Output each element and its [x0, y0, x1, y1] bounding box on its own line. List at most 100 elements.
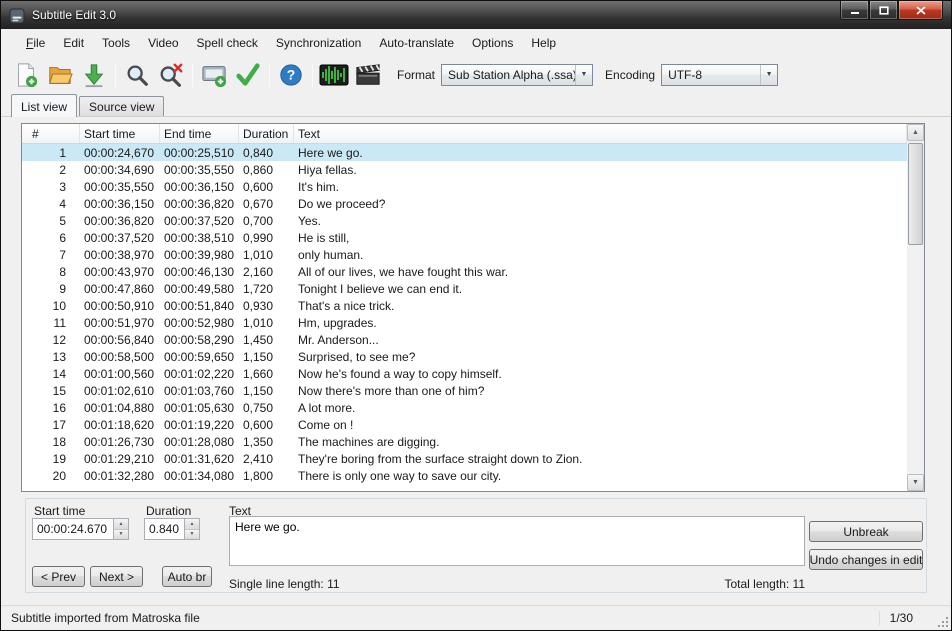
column-header-start-time[interactable]: Start time: [80, 124, 160, 143]
subtitle-row[interactable]: 5 00:00:36,820 00:00:37,520 0,700 Yes.: [22, 212, 907, 229]
subtitle-row[interactable]: 20 00:01:32,280 00:01:34,080 1,800 There is …: [22, 467, 907, 484]
waveform-button[interactable]: [317, 59, 351, 91]
cell-start: 00:01:29,210: [84, 451, 155, 466]
encoding-dropdown[interactable]: UTF-8 ▼: [661, 63, 779, 86]
start-time-spinner: ▲ ▼: [113, 519, 128, 539]
cell-start: 00:00:34,690: [84, 162, 155, 177]
subtitle-row[interactable]: 6 00:00:37,520 00:00:38,510 0,990 He is stil…: [22, 229, 907, 246]
column-header-duration[interactable]: Duration: [239, 124, 294, 143]
subtitle-row[interactable]: 1 00:00:24,670 00:00:25,510 0,840 Here we go…: [22, 144, 907, 161]
new-file-icon: [13, 62, 39, 88]
cell-num: 20: [52, 468, 66, 483]
cell-num: 12: [52, 332, 66, 347]
spin-up-icon[interactable]: ▲: [185, 519, 199, 529]
subtitle-row[interactable]: 11 00:00:51,970 00:00:52,980 1,010 Hm, upgra…: [22, 314, 907, 331]
toolbar: ? Format Sub Station Alpha (.ssa) ▼ Enco…: [1, 56, 951, 93]
column-header-text[interactable]: Text: [294, 124, 907, 143]
subtitle-row[interactable]: 4 00:00:36,150 00:00:36,820 0,670 Do we proc…: [22, 195, 907, 212]
subtitle-row[interactable]: 8 00:00:43,970 00:00:46,130 2,160 All of our…: [22, 263, 907, 280]
save-button[interactable]: [77, 59, 111, 91]
tab-list-view[interactable]: List view: [11, 94, 78, 117]
subtitle-row[interactable]: 18 00:01:26,730 00:01:28,080 1,350 The machi…: [22, 433, 907, 450]
cell-end: 00:00:36,150: [164, 179, 235, 194]
subtitle-row[interactable]: 2 00:00:34,690 00:00:35,550 0,860 Hiya fella…: [22, 161, 907, 178]
cell-start: 00:01:02,610: [84, 383, 155, 398]
menu-options[interactable]: Options: [463, 31, 522, 55]
subtitle-row[interactable]: 9 00:00:47,860 00:00:49,580 1,720 Tonight I …: [22, 280, 907, 297]
unbreak-button[interactable]: Unbreak: [809, 521, 923, 542]
cell-duration: 0,930: [243, 298, 274, 313]
status-message: Subtitle imported from Matroska file: [11, 611, 200, 625]
menu-synchronization[interactable]: Synchronization: [267, 31, 370, 55]
format-dropdown[interactable]: Sub Station Alpha (.ssa) ▼: [441, 63, 594, 86]
cell-text: It's him.: [298, 179, 339, 194]
cell-end: 00:00:51,840: [164, 298, 235, 313]
undo-changes-button[interactable]: Undo changes in edit: [809, 549, 923, 570]
replace-button[interactable]: [154, 59, 188, 91]
help-button[interactable]: ?: [274, 59, 308, 91]
subtitle-row[interactable]: 10 00:00:50,910 00:00:51,840 0,930 That's a …: [22, 297, 907, 314]
subtitle-row[interactable]: 12 00:00:56,840 00:00:58,290 1,450 Mr. Ander…: [22, 331, 907, 348]
cell-text: Yes.: [298, 213, 321, 228]
spin-up-icon[interactable]: ▲: [114, 519, 128, 529]
start-time-input[interactable]: 00:00:24.670 ▲ ▼: [32, 518, 129, 540]
spin-down-icon[interactable]: ▼: [114, 528, 128, 539]
cell-num: 8: [59, 264, 66, 279]
cell-end: 00:01:03,760: [164, 383, 235, 398]
cell-end: 00:00:58,290: [164, 332, 235, 347]
find-button[interactable]: [120, 59, 154, 91]
subtitle-row[interactable]: 16 00:01:04,880 00:01:05,630 0,750 A lot mor…: [22, 399, 907, 416]
cell-start: 00:00:36,820: [84, 213, 155, 228]
cell-text: Tonight I believe we can end it.: [298, 281, 463, 296]
new-file-button[interactable]: [9, 59, 43, 91]
menu-video[interactable]: Video: [139, 31, 187, 55]
maximize-button[interactable]: [869, 1, 898, 20]
menu-spell-check[interactable]: Spell check: [188, 31, 267, 55]
close-button[interactable]: [898, 1, 943, 20]
title-bar[interactable]: Subtitle Edit 3.0: [1, 1, 951, 29]
cell-end: 00:01:34,080: [164, 468, 235, 483]
resize-grip[interactable]: [937, 616, 949, 628]
toolbar-separator: [192, 62, 193, 87]
subtitle-row[interactable]: 17 00:01:18,620 00:01:19,220 0,600 Come on !: [22, 416, 907, 433]
subtitle-row[interactable]: 7 00:00:38,970 00:00:39,980 1,010 only human…: [22, 246, 907, 263]
spell-check-button[interactable]: [231, 59, 265, 91]
menu-edit[interactable]: Edit: [54, 31, 93, 55]
subtitle-row[interactable]: 19 00:01:29,210 00:01:31,620 2,410 They're b…: [22, 450, 907, 467]
cell-num: 7: [59, 247, 66, 262]
subtitle-row[interactable]: 15 00:01:02,610 00:01:03,760 1,150 Now there…: [22, 382, 907, 399]
scroll-up-icon[interactable]: ▲: [907, 124, 924, 141]
scrollbar-thumb[interactable]: [908, 143, 923, 245]
menu-help[interactable]: Help: [522, 31, 565, 55]
duration-input[interactable]: 0.840 ▲ ▼: [144, 518, 200, 540]
menu-file[interactable]: File: [17, 31, 54, 55]
visual-sync-button[interactable]: [197, 59, 231, 91]
cell-start: 00:00:35,550: [84, 179, 155, 194]
cell-start: 00:01:04,880: [84, 400, 155, 415]
column-header-number[interactable]: #: [22, 124, 80, 143]
vertical-scrollbar[interactable]: ▲ ▼: [907, 124, 924, 491]
subtitle-row[interactable]: 14 00:01:00,560 00:01:02,220 1,660 Now he's …: [22, 365, 907, 382]
menu-tools[interactable]: Tools: [93, 31, 139, 55]
video-clapper-button[interactable]: [351, 59, 385, 91]
prev-button[interactable]: < Prev: [32, 566, 85, 587]
waveform-icon: [319, 62, 349, 88]
scroll-down-icon[interactable]: ▼: [907, 474, 924, 491]
column-header-end-time[interactable]: End time: [160, 124, 239, 143]
scrollbar-track[interactable]: [907, 141, 924, 474]
cell-duration: 0,600: [243, 417, 274, 432]
edit-panel: Start time 00:00:24.670 ▲ ▼ Duration 0.8…: [25, 498, 927, 593]
menu-auto-translate[interactable]: Auto-translate: [370, 31, 463, 55]
tab-source-view[interactable]: Source view: [79, 96, 165, 116]
subtitle-position: 1/30: [878, 611, 913, 625]
cell-end: 00:01:31,620: [164, 451, 235, 466]
cell-text: Surprised, to see me?: [298, 349, 416, 364]
spin-down-icon[interactable]: ▼: [185, 528, 199, 539]
subtitle-row[interactable]: 3 00:00:35,550 00:00:36,150 0,600 It's him.: [22, 178, 907, 195]
minimize-button[interactable]: [840, 1, 869, 20]
next-button[interactable]: Next >: [90, 566, 143, 587]
open-file-button[interactable]: [43, 59, 77, 91]
subtitle-row[interactable]: 13 00:00:58,500 00:00:59,650 1,150 Surprised…: [22, 348, 907, 365]
subtitle-text-input[interactable]: Here we go.: [229, 516, 805, 566]
auto-br-button[interactable]: Auto br: [162, 566, 212, 587]
